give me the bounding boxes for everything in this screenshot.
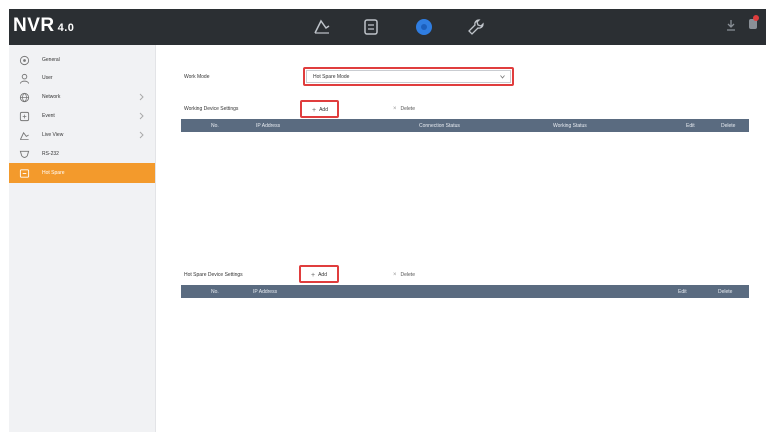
chevron-right-icon	[139, 112, 144, 120]
col-delete: Delete	[718, 289, 733, 295]
system-icon[interactable]	[413, 16, 435, 38]
sidebar-item-live-view[interactable]: Live View	[9, 125, 155, 145]
working-device-label: Working Device Settings	[184, 106, 239, 112]
hot-spare-table-header: No. IP Address Edit Delete	[181, 285, 749, 298]
main-panel: Work Mode Hot Spare Mode Working Device …	[156, 45, 766, 432]
sidebar-item-label: User	[42, 75, 53, 81]
user-icon	[18, 72, 30, 84]
col-edit: Edit	[686, 123, 695, 129]
col-edit: Edit	[678, 289, 687, 295]
download-icon[interactable]	[725, 18, 737, 37]
col-no: No.	[211, 123, 219, 129]
top-bar: NVR 4.0	[9, 9, 766, 45]
sidebar-item-label: Event	[42, 113, 55, 119]
sidebar-item-label: General	[42, 57, 60, 63]
highlight-hot-spare-add	[299, 265, 339, 283]
nvr-window: NVR 4.0 General User Network Event Live …	[9, 9, 766, 432]
sidebar: General User Network Event Live View RS-…	[9, 45, 156, 432]
delete-label: Delete	[400, 106, 415, 112]
logo-text: NVR	[13, 15, 55, 36]
hot-spare-device-label: Hot Spare Device Settings	[184, 272, 243, 278]
sidebar-item-label: Hot Spare	[42, 170, 65, 176]
highlight-working-add	[300, 100, 339, 118]
event-icon	[18, 110, 30, 122]
sidebar-item-label: Live View	[42, 132, 64, 138]
col-ip-address: IP Address	[256, 123, 281, 129]
working-delete-button[interactable]: × Delete	[393, 106, 415, 112]
hot-spare-icon	[18, 167, 30, 179]
chevron-right-icon	[139, 131, 144, 139]
col-delete: Delete	[721, 123, 736, 129]
app-logo: NVR 4.0	[13, 15, 74, 37]
camera-icon	[18, 129, 30, 141]
settings-icon	[18, 54, 30, 66]
col-working-status: Working Status	[553, 123, 587, 129]
sidebar-item-event[interactable]: Event	[9, 106, 155, 126]
col-ip-address: IP Address	[253, 289, 278, 295]
playback-icon[interactable]	[360, 16, 382, 38]
notification-icon[interactable]	[747, 14, 759, 37]
delete-icon: ×	[393, 106, 397, 112]
chevron-right-icon	[139, 93, 144, 101]
sidebar-item-hot-spare[interactable]: Hot Spare	[9, 163, 155, 183]
sidebar-item-network[interactable]: Network	[9, 87, 155, 107]
sidebar-item-label: Network	[42, 94, 61, 100]
sidebar-item-user[interactable]: User	[9, 68, 155, 88]
col-connection-status: Connection Status	[419, 123, 460, 129]
work-mode-label: Work Mode	[184, 74, 210, 80]
delete-icon: ×	[393, 272, 397, 278]
sidebar-item-rs232[interactable]: RS-232	[9, 144, 155, 164]
hot-spare-delete-button[interactable]: × Delete	[393, 272, 415, 278]
delete-label: Delete	[400, 272, 415, 278]
sidebar-item-general[interactable]: General	[9, 50, 155, 70]
working-device-table-header: No. IP Address Connection Status Working…	[181, 119, 749, 132]
highlight-work-mode	[303, 67, 514, 86]
rs232-icon	[18, 148, 30, 160]
network-icon	[18, 91, 30, 103]
logo-version: 4.0	[57, 22, 75, 34]
maintenance-icon[interactable]	[465, 16, 487, 38]
live-view-icon[interactable]	[311, 16, 333, 38]
sidebar-item-label: RS-232	[42, 151, 59, 157]
col-no: No.	[211, 289, 219, 295]
